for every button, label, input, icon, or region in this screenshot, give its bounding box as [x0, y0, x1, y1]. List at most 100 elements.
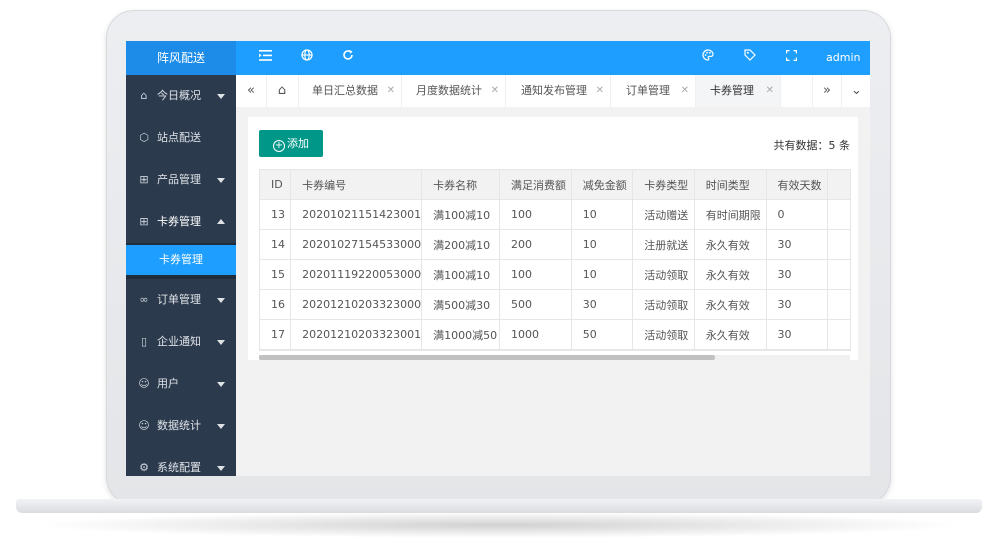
tab-orders[interactable]: 订单管理 ✕	[611, 75, 696, 107]
chevron-down-icon	[217, 382, 225, 387]
sidebar-item-coupons[interactable]: ⊞ 卡券管理	[126, 201, 236, 243]
cell: 15	[260, 259, 292, 290]
sidebar-item-label: 数据统计	[157, 419, 201, 432]
table-header-row: ID 卡券编号 卡券名称 满足消费额 减免金额 卡券类型 时间类型 有效天数	[260, 170, 851, 200]
app-logo: 阵风配送	[126, 41, 236, 75]
close-icon[interactable]: ✕	[766, 75, 774, 107]
tab-label: 订单管理	[626, 84, 670, 97]
col-header-type[interactable]: 卡券类型	[632, 170, 695, 200]
col-header-time-type[interactable]: 时间类型	[693, 170, 767, 200]
chevron-up-icon	[217, 219, 225, 224]
username: admin	[826, 51, 861, 64]
close-icon[interactable]: ✕	[387, 75, 395, 107]
sidebar-item-label: 企业通知	[157, 335, 201, 348]
cell: 14	[260, 229, 292, 260]
add-button[interactable]: + 添加	[259, 130, 323, 157]
table-row[interactable]: 17 20201210203323001 满1000减50 1000 50 活动…	[260, 319, 851, 350]
cell: 活动领取	[632, 319, 695, 350]
table-horizontal-scrollbar[interactable]	[259, 355, 850, 360]
tab-monthly-stats[interactable]: 月度数据统计 ✕	[402, 75, 506, 107]
palette-icon[interactable]	[696, 41, 720, 75]
fullscreen-icon[interactable]	[779, 41, 803, 75]
tabs-scroll-right-icon[interactable]: »	[812, 75, 841, 107]
tab-notice-publish[interactable]: 通知发布管理 ✕	[506, 75, 611, 107]
col-header-name[interactable]: 卡券名称	[421, 170, 500, 200]
cell: 活动领取	[632, 289, 695, 320]
coupon-card: + 添加 共有数据：5 条 ID 卡券编号 卡券名称 满足消费额 减免金额 卡券…	[248, 117, 858, 360]
cell: 30	[765, 319, 829, 350]
chevron-down-icon	[217, 298, 225, 303]
tabs-scroll-left-icon[interactable]: «	[236, 75, 267, 107]
cell: 永久有效	[693, 259, 767, 290]
cell: 活动领取	[632, 259, 695, 290]
sidebar-item-label: 站点配送	[157, 131, 201, 144]
cell: 活动赠送	[632, 199, 695, 230]
tab-label: 通知发布管理	[521, 84, 587, 97]
table-row[interactable]: 13 20201021151423001 满100减10 100 10 活动赠送…	[260, 199, 851, 230]
refresh-icon[interactable]	[336, 41, 360, 75]
sidebar-item-label: 用户	[157, 377, 179, 390]
col-header-min-spend[interactable]: 满足消费额	[498, 170, 572, 200]
tab-daily-summary[interactable]: 单日汇总数据 ✕	[298, 75, 402, 107]
main-content: + 添加 共有数据：5 条 ID 卡券编号 卡券名称 满足消费额 减免金额 卡券…	[236, 107, 870, 476]
sidebar-item-label: 订单管理	[157, 293, 201, 306]
globe-icon[interactable]	[295, 41, 319, 75]
table-row[interactable]: 14 20201027154533000 满200减10 200 10 注册就送…	[260, 229, 851, 260]
table-row[interactable]: 16 20201210203323000 满500减30 500 30 活动领取…	[260, 289, 851, 320]
sidebar-item-notices[interactable]: ▯ 企业通知	[126, 321, 236, 363]
cell	[827, 229, 851, 260]
col-header-id[interactable]: ID	[260, 170, 292, 200]
sidebar-item-label: 产品管理	[157, 173, 201, 186]
col-header-more	[827, 170, 851, 200]
cell: 13	[260, 199, 292, 230]
sidebar-submenu: 卡券管理	[126, 243, 236, 279]
total-count: 共有数据：5 条	[773, 139, 851, 152]
cell: 100	[498, 199, 572, 230]
table-row[interactable]: 15 20201119220053000 满100减10 100 10 活动领取…	[260, 259, 851, 290]
sidebar-item-settings[interactable]: ⚙ 系统配置	[126, 447, 236, 476]
laptop-base	[16, 499, 982, 513]
sidebar: ⌂ 今日概况 ⬡ 站点配送 ⊞ 产品管理 ⊞ 卡券管理 卡券管理 ∞ 订单管理 …	[126, 75, 236, 476]
cell: 16	[260, 289, 292, 320]
sidebar-item-orders[interactable]: ∞ 订单管理	[126, 279, 236, 321]
menu-icon[interactable]	[253, 41, 277, 75]
chevron-down-icon[interactable]: ⌄	[841, 75, 870, 107]
chevron-down-icon	[217, 94, 225, 99]
cell	[827, 199, 851, 230]
user-icon: ☺	[138, 377, 150, 390]
close-icon[interactable]: ✕	[491, 75, 499, 107]
cell: 20201210203323000	[290, 289, 423, 320]
tag-icon[interactable]	[738, 41, 762, 75]
sidebar-subitem-coupon-manage[interactable]: 卡券管理	[126, 245, 236, 275]
tab-coupons[interactable]: 卡券管理 ✕	[696, 75, 781, 107]
cell: 满500减30	[421, 289, 500, 320]
chevron-down-icon	[217, 340, 225, 345]
cell: 30	[765, 229, 829, 260]
col-header-discount[interactable]: 减免金额	[570, 170, 634, 200]
laptop-shadow	[30, 512, 968, 538]
home-tab-icon[interactable]: ⌂	[266, 75, 299, 107]
sidebar-item-station[interactable]: ⬡ 站点配送	[126, 117, 236, 159]
cell: 永久有效	[693, 289, 767, 320]
cell: 0	[765, 199, 829, 230]
scrollbar-thumb[interactable]	[259, 355, 715, 360]
coupon-table: ID 卡券编号 卡券名称 满足消费额 减免金额 卡券类型 时间类型 有效天数 1…	[259, 169, 851, 351]
sidebar-item-users[interactable]: ☺ 用户	[126, 363, 236, 405]
cell: 30	[765, 289, 829, 320]
col-header-code[interactable]: 卡券编号	[290, 170, 423, 200]
user-icon: ☺	[138, 419, 150, 432]
cell: 20201021151423001	[290, 199, 423, 230]
col-header-valid-days[interactable]: 有效天数	[765, 170, 829, 200]
cell: 17	[260, 319, 292, 350]
cell: 10	[570, 229, 634, 260]
tab-label: 单日汇总数据	[312, 84, 378, 97]
sidebar-item-products[interactable]: ⊞ 产品管理	[126, 159, 236, 201]
cell: 1000	[498, 319, 572, 350]
close-icon[interactable]: ✕	[596, 75, 604, 107]
sidebar-item-stats[interactable]: ☺ 数据统计	[126, 405, 236, 447]
close-icon[interactable]: ✕	[681, 75, 689, 107]
user-menu[interactable]: admin	[826, 41, 870, 95]
cell: 满200减10	[421, 229, 500, 260]
sidebar-item-overview[interactable]: ⌂ 今日概况	[126, 75, 236, 117]
cell: 满100减10	[421, 199, 500, 230]
